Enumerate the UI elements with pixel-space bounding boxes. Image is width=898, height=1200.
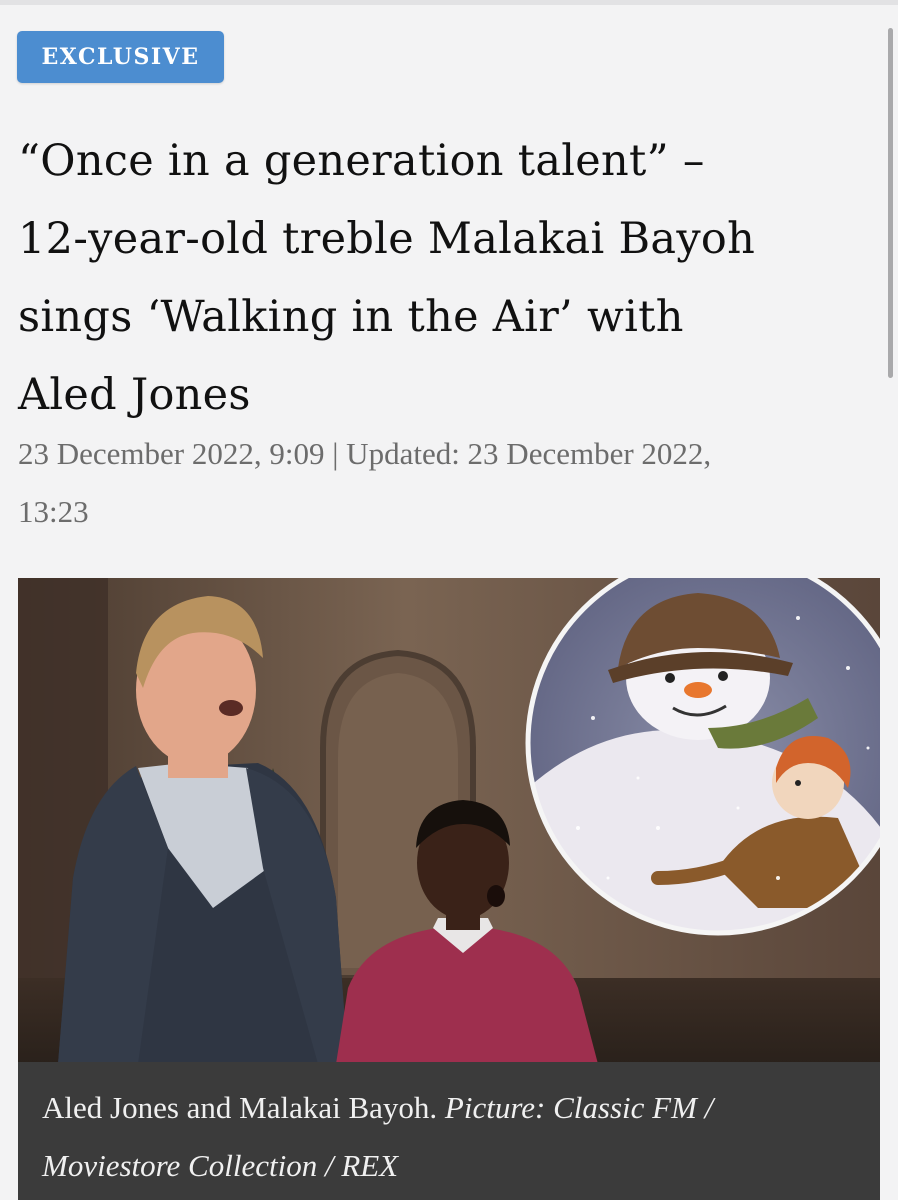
hero-photo-illustration bbox=[18, 578, 880, 1064]
scrollbar-thumb[interactable] bbox=[888, 28, 893, 378]
article-page: EXCLUSIVE “Once in a generation talent” … bbox=[0, 0, 898, 1200]
headline-line-3: sings ‘Walking in the Air’ with bbox=[18, 292, 684, 342]
timestamp-line-1: 23 December 2022, 9:09 | Updated: 23 Dec… bbox=[18, 436, 712, 471]
headline-line-4: Aled Jones bbox=[18, 370, 251, 420]
top-divider bbox=[0, 0, 898, 5]
article-timestamp: 23 December 2022, 9:09 | Updated: 23 Dec… bbox=[18, 425, 878, 541]
caption-line-1: Aled Jones and Malakai Bayoh. Picture: C… bbox=[42, 1079, 856, 1137]
article-hero-image[interactable] bbox=[18, 578, 880, 1064]
caption-credit-2: Moviestore Collection / REX bbox=[42, 1148, 399, 1183]
exclusive-badge[interactable]: EXCLUSIVE bbox=[17, 31, 224, 83]
caption-line-2: Moviestore Collection / REX bbox=[42, 1137, 856, 1195]
caption-text: Aled Jones and Malakai Bayoh. bbox=[42, 1090, 438, 1125]
timestamp-line-2: 13:23 bbox=[18, 494, 89, 529]
headline-line-2: 12-year-old treble Malakai Bayoh bbox=[18, 214, 756, 264]
headline-line-1: “Once in a generation talent” – bbox=[18, 136, 705, 186]
article-headline: “Once in a generation talent” – 12-year-… bbox=[18, 122, 868, 434]
image-caption: Aled Jones and Malakai Bayoh. Picture: C… bbox=[18, 1062, 880, 1200]
caption-credit-1: Picture: Classic FM / bbox=[444, 1090, 714, 1125]
